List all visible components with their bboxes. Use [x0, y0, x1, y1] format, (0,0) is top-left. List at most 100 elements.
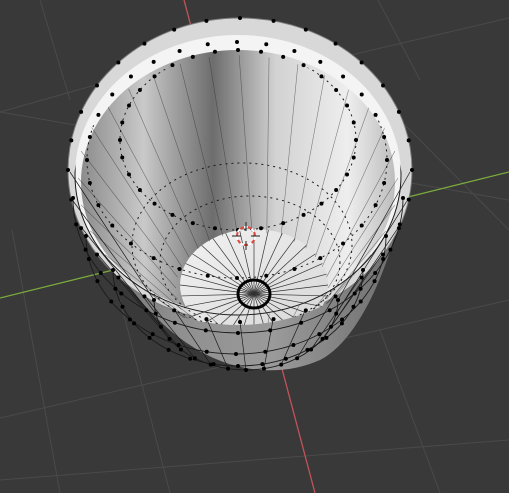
vertex[interactable] — [205, 42, 210, 47]
vertex[interactable] — [151, 256, 156, 261]
vertex[interactable] — [359, 60, 364, 65]
vertex[interactable] — [83, 247, 88, 252]
vertex[interactable] — [152, 201, 157, 206]
vertex[interactable] — [397, 222, 402, 227]
vertex[interactable] — [279, 362, 284, 367]
vertex[interactable] — [204, 349, 209, 354]
vertex[interactable] — [126, 172, 131, 177]
vertex[interactable] — [359, 275, 364, 280]
vertex[interactable] — [137, 188, 142, 193]
vertex[interactable] — [204, 317, 209, 322]
vertex[interactable] — [324, 335, 329, 340]
vertex[interactable] — [292, 48, 297, 53]
vertex[interactable] — [144, 308, 149, 313]
vertex[interactable] — [319, 201, 324, 206]
vertex[interactable] — [334, 311, 339, 316]
vertex[interactable] — [203, 328, 208, 333]
vertex[interactable] — [212, 49, 217, 54]
vertex[interactable] — [303, 27, 308, 32]
vertex[interactable] — [396, 109, 401, 114]
vertex[interactable] — [87, 181, 92, 186]
vertex[interactable] — [361, 268, 365, 272]
vertex[interactable] — [137, 87, 142, 92]
vertex[interactable] — [234, 352, 238, 356]
vertex[interactable] — [333, 41, 338, 46]
vertex[interactable] — [396, 226, 401, 231]
vertex[interactable] — [345, 103, 350, 108]
vertex[interactable] — [299, 320, 304, 325]
vertex[interactable] — [351, 304, 356, 309]
vertex[interactable] — [328, 324, 333, 329]
vertex[interactable] — [96, 203, 101, 208]
vertex[interactable] — [188, 356, 193, 361]
vertex[interactable] — [381, 252, 386, 257]
vertex[interactable] — [320, 336, 325, 341]
vertex[interactable] — [96, 112, 101, 117]
vertex[interactable] — [152, 298, 156, 302]
vertex[interactable] — [159, 324, 164, 329]
vertex[interactable] — [120, 304, 125, 309]
vertex[interactable] — [142, 294, 147, 299]
vertex[interactable] — [86, 257, 91, 262]
vertex[interactable] — [95, 279, 100, 284]
vertex[interactable] — [318, 256, 323, 261]
vertex[interactable] — [303, 308, 308, 313]
vertex[interactable] — [382, 181, 387, 186]
vertex[interactable] — [170, 212, 175, 217]
vertex[interactable] — [260, 362, 265, 367]
vertex[interactable] — [167, 336, 172, 341]
vertex[interactable] — [305, 347, 310, 352]
vertex[interactable] — [336, 298, 340, 302]
vertex[interactable] — [79, 226, 84, 231]
vertex[interactable] — [295, 356, 300, 361]
vertex[interactable] — [66, 168, 70, 172]
vertex[interactable] — [204, 18, 209, 23]
vertex[interactable] — [69, 138, 74, 143]
vertex[interactable] — [244, 368, 248, 372]
vertex[interactable] — [172, 308, 177, 313]
vertex[interactable] — [226, 366, 231, 371]
vertex[interactable] — [406, 138, 411, 143]
vertex[interactable] — [236, 331, 240, 335]
vertex[interactable] — [385, 158, 389, 162]
vertex[interactable] — [373, 271, 378, 276]
vertex[interactable] — [150, 332, 155, 337]
vertex[interactable] — [128, 74, 133, 79]
vertex[interactable] — [341, 74, 346, 79]
vertex[interactable] — [236, 48, 240, 52]
vertex[interactable] — [281, 221, 286, 226]
vertex[interactable] — [333, 294, 338, 299]
vertex[interactable] — [264, 42, 269, 47]
vertex[interactable] — [235, 40, 239, 44]
vertex[interactable] — [94, 83, 99, 88]
vertex[interactable] — [151, 59, 156, 64]
vertex[interactable] — [340, 317, 345, 322]
vertex[interactable] — [292, 267, 297, 272]
vertex[interactable] — [147, 335, 152, 340]
vertex[interactable] — [111, 268, 115, 272]
vertex[interactable] — [120, 120, 125, 125]
vertex[interactable] — [401, 196, 405, 200]
vertex[interactable] — [142, 41, 147, 46]
vertex[interactable] — [71, 196, 75, 200]
vertex[interactable] — [84, 234, 88, 238]
vertex[interactable] — [381, 83, 386, 88]
vertex[interactable] — [339, 321, 344, 326]
vertex[interactable] — [271, 18, 276, 23]
vertex[interactable] — [281, 54, 286, 59]
vertex[interactable] — [74, 222, 79, 227]
vertex[interactable] — [351, 155, 356, 160]
vertex[interactable] — [172, 320, 177, 325]
vertex[interactable] — [382, 134, 387, 139]
vertex[interactable] — [283, 356, 288, 361]
vertex[interactable] — [301, 212, 306, 217]
vertex[interactable] — [118, 138, 122, 142]
vertex[interactable] — [166, 347, 171, 352]
vertex[interactable] — [236, 364, 240, 368]
vertex[interactable] — [116, 275, 121, 280]
vertex[interactable] — [359, 92, 364, 97]
vertex[interactable] — [309, 347, 314, 352]
vertex[interactable] — [127, 317, 132, 322]
vertex[interactable] — [334, 188, 339, 193]
vertex[interactable] — [85, 158, 89, 162]
